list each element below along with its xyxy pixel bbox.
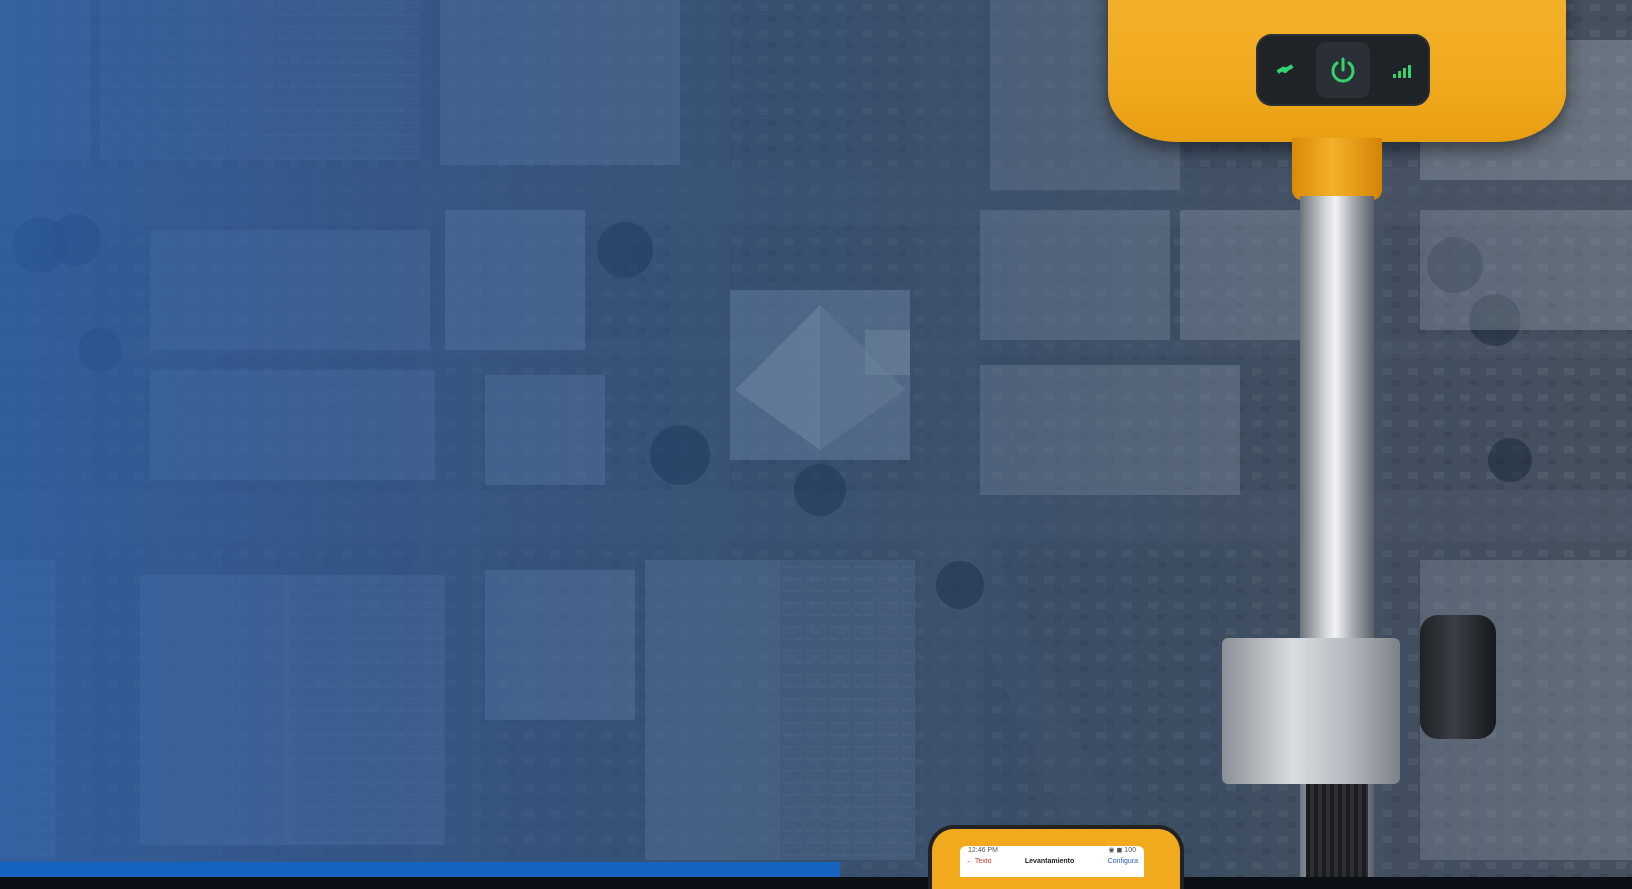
settings-link[interactable]: Configura: [1108, 856, 1138, 868]
controller-status-bar: 12:46 PM ◉ ◼ 100: [960, 846, 1144, 856]
pole-grip: [1306, 784, 1368, 877]
receiver-collar: [1292, 138, 1382, 200]
controller-app-bar: ← Texto Levantamiento Configura: [960, 856, 1144, 868]
satellite-icon: [1256, 34, 1314, 106]
status-time: 12:46 PM: [968, 847, 998, 854]
signal-bars-icon: [1372, 34, 1430, 106]
status-indicators: ◉ ◼ 100: [1108, 847, 1137, 854]
power-button[interactable]: [1314, 34, 1372, 106]
accent-bar: [0, 862, 840, 877]
back-link[interactable]: ← Texto: [966, 856, 992, 868]
clamp-knob: [1420, 615, 1496, 739]
app-title: Levantamiento: [1024, 858, 1075, 865]
pole-clamp: [1222, 638, 1400, 784]
receiver-control-panel: [1256, 34, 1430, 106]
controller-screen: 12:46 PM ◉ ◼ 100 ← Texto Levantamiento C…: [960, 846, 1144, 877]
power-icon: [1331, 57, 1355, 83]
